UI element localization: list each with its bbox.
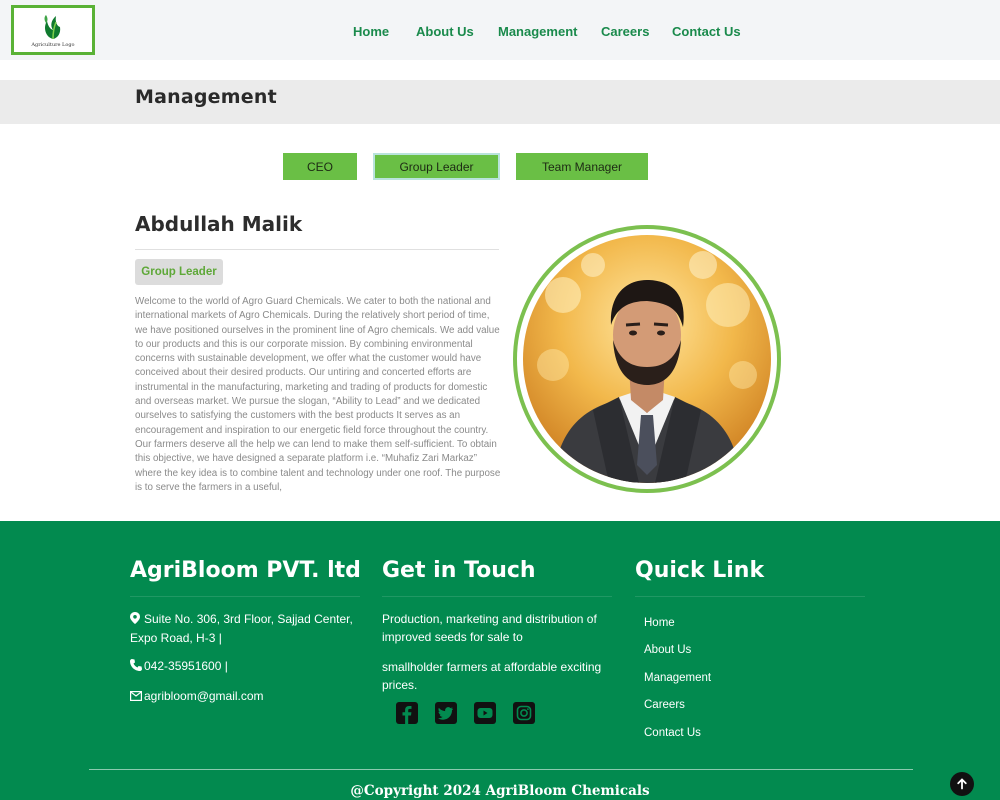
main-nav: Home About Us Management Careers Contact… — [0, 0, 1000, 60]
footer-link-about-us[interactable]: About Us — [644, 644, 691, 656]
nav-about-us[interactable]: About Us — [416, 24, 474, 39]
page-title: Management — [135, 86, 277, 108]
envelope-icon — [130, 688, 143, 706]
person-name: Abdullah Malik — [135, 212, 303, 236]
footer-email-text: agribloom@gmail.com — [144, 689, 264, 703]
name-divider — [135, 249, 499, 250]
tab-team-manager[interactable]: Team Manager — [516, 153, 648, 180]
site-header: Agriculture Logo Home About Us Managemen… — [0, 0, 1000, 60]
footer-email[interactable]: agribloom@gmail.com — [130, 687, 264, 706]
site-footer: AgriBloom PVT. ltd Suite No. 306, 3rd Fl… — [0, 521, 1000, 800]
footer-contact-text-1: Production, marketing and distribution o… — [382, 612, 597, 644]
footer-divider — [130, 596, 360, 597]
person-bio: Welcome to the world of Agro Guard Chemi… — [135, 296, 501, 493]
footer-divider — [382, 596, 612, 597]
footer-link-contact-us[interactable]: Contact Us — [644, 727, 701, 739]
profile-photo-frame — [513, 225, 781, 493]
footer-bottom-divider — [89, 769, 913, 770]
profile-photo — [523, 235, 771, 483]
footer-link-home[interactable]: Home — [644, 617, 675, 629]
footer-phone-text: 042-35951600 | — [144, 659, 228, 673]
footer-contact-text-2: smallholder farmers at affordable exciti… — [382, 660, 602, 692]
twitter-icon[interactable] — [435, 702, 457, 724]
arrow-up-icon — [957, 778, 967, 790]
nav-home[interactable]: Home — [353, 24, 389, 39]
location-pin-icon — [130, 611, 142, 629]
tab-group-leader[interactable]: Group Leader — [373, 153, 500, 180]
footer-phone: 042-35951600 | — [130, 657, 228, 676]
footer-address: Suite No. 306, 3rd Floor, Sajjad Center,… — [130, 610, 360, 647]
facebook-icon[interactable] — [396, 702, 418, 724]
copyright-text: @Copyright 2024 AgriBloom Chemicals — [350, 783, 650, 799]
phone-icon — [130, 658, 142, 676]
footer-link-management[interactable]: Management — [644, 672, 711, 684]
footer-divider — [635, 596, 865, 597]
nav-careers[interactable]: Careers — [601, 24, 649, 39]
nav-contact-us[interactable]: Contact Us — [672, 24, 741, 39]
footer-link-careers[interactable]: Careers — [644, 699, 685, 711]
footer-contact-heading: Get in Touch — [382, 558, 536, 583]
tab-ceo[interactable]: CEO — [283, 153, 357, 180]
nav-management[interactable]: Management — [498, 24, 577, 39]
footer-address-text: Suite No. 306, 3rd Floor, Sajjad Center,… — [130, 612, 353, 645]
footer-company-heading: AgriBloom PVT. ltd — [130, 558, 361, 583]
instagram-icon[interactable] — [513, 702, 535, 724]
footer-links-heading: Quick Link — [635, 558, 765, 583]
role-badge: Group Leader — [135, 259, 223, 285]
back-to-top-button[interactable] — [950, 772, 974, 796]
youtube-icon[interactable] — [474, 702, 496, 724]
